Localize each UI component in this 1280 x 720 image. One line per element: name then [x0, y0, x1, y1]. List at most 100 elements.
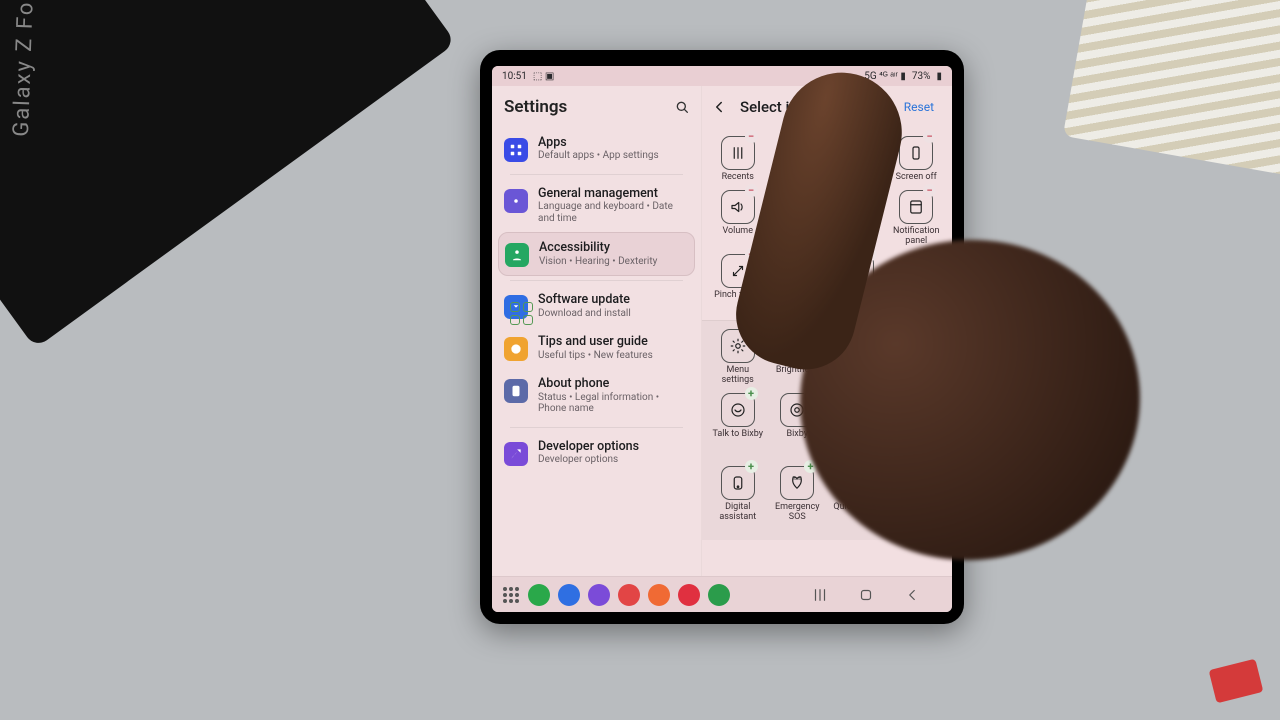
item-pinch-zoom[interactable]: − Pinch zoom — [710, 250, 766, 310]
item-pinch-zoom-label: Pinch zoom — [714, 291, 761, 300]
item-notification-panel-label: Notification panel — [889, 227, 943, 246]
svg-text:SOS: SOS — [794, 477, 802, 481]
item-home[interactable]: −Home — [770, 132, 826, 182]
item-menu-settings-badge-icon[interactable]: + — [745, 323, 758, 336]
item-back-label: Back — [847, 173, 867, 182]
settings-item-tips-guide[interactable]: !Tips and user guideUseful tips • New fe… — [498, 327, 695, 369]
item-cursor-label: Cursor — [843, 227, 870, 236]
settings-item-general-management-subtitle: Language and keyboard • Date and time — [538, 201, 689, 224]
assistant-menu-overlay-icon[interactable] — [510, 302, 536, 326]
item-screen-rotation-label: Screen rotation — [830, 366, 884, 385]
item-screen-control-badge-icon[interactable]: − — [864, 248, 877, 261]
item-double-press-side-label: Double press side button — [889, 430, 943, 449]
settings-item-about-phone[interactable]: About phoneStatus • Legal information • … — [498, 369, 695, 422]
settings-item-general-management[interactable]: General managementLanguage and keyboard … — [498, 179, 695, 232]
item-screen-off-badge-icon[interactable]: − — [923, 130, 936, 143]
item-screen-control[interactable]: − Screen control — [829, 250, 885, 310]
item-pinch-zoom-badge-icon[interactable]: − — [745, 248, 758, 261]
settings-item-accessibility-subtitle: Vision • Hearing • Dexterity — [539, 256, 657, 268]
item-back[interactable]: − Back — [829, 132, 885, 182]
apps-drawer-icon[interactable] — [502, 586, 520, 604]
item-magnification-badge-icon[interactable]: + — [923, 323, 936, 336]
dock-app-0[interactable] — [528, 584, 550, 606]
item-screenshots[interactable]: − Screenshots — [770, 186, 826, 246]
dock-apps — [528, 584, 730, 606]
settings-title: Settings — [504, 97, 567, 117]
item-digital-assistant-badge-icon[interactable]: + — [745, 460, 758, 473]
item-talk-to-bixby[interactable]: +Talk to Bixby — [710, 389, 766, 458]
item-quick-panel-label: Quick panel — [833, 503, 880, 512]
item-press-hold-side[interactable]: +Press and hold side button — [829, 389, 885, 458]
item-screen-control-label: Screen control — [830, 291, 884, 310]
physical-prop-right — [1063, 0, 1280, 181]
physical-box-prop: Galaxy Z Fold6 — [0, 0, 456, 348]
dock-app-6[interactable] — [708, 584, 730, 606]
item-bixby-badge-icon[interactable]: + — [804, 387, 817, 400]
item-brightness-badge-icon[interactable]: + — [804, 323, 817, 336]
dock-app-5[interactable] — [678, 584, 700, 606]
item-quick-panel[interactable]: + Quick panel — [829, 462, 885, 522]
reset-button[interactable]: Reset — [904, 100, 942, 114]
settings-item-software-update-title: Software update — [538, 293, 631, 307]
nav-recents-button[interactable] — [810, 585, 830, 605]
item-screen-off-label: Screen off — [896, 173, 937, 182]
item-talk-to-bixby-badge-icon[interactable]: + — [745, 387, 758, 400]
item-screen-rotation-badge-icon[interactable]: + — [864, 323, 877, 336]
item-power-off-menu-label: Power off menu — [770, 291, 824, 310]
select-items-title: Select items — [740, 98, 894, 116]
dock-app-1[interactable] — [558, 584, 580, 606]
item-volume[interactable]: −Volume — [710, 186, 766, 246]
item-recents[interactable]: −Recents — [710, 132, 766, 182]
item-screen-rotation[interactable]: + Screen rotation — [829, 325, 885, 385]
item-emergency-sos-label: Emergency SOS — [770, 503, 824, 522]
settings-item-tips-guide-subtitle: Useful tips • New features — [538, 350, 653, 362]
item-press-hold-side-badge-icon[interactable]: + — [864, 387, 877, 400]
watermark-logo — [1209, 659, 1264, 704]
item-recents-badge-icon[interactable]: − — [745, 130, 758, 143]
statusbar-signal-icons: 5G ⁴ᴳ ᵃᶦʳ ▮ — [864, 71, 906, 82]
item-bixby[interactable]: +Bixby — [770, 389, 826, 458]
settings-item-accessibility[interactable]: AccessibilityVision • Hearing • Dexterit… — [498, 232, 695, 276]
select-items-pane: Select items Reset −Recents−Home−Back−Sc… — [702, 86, 952, 576]
settings-item-accessibility-icon — [505, 243, 529, 267]
item-menu-settings-label: Menu settings — [711, 366, 765, 385]
item-quick-panel-badge-icon[interactable]: + — [864, 460, 877, 473]
item-screenshots-badge-icon[interactable]: − — [804, 184, 817, 197]
item-digital-assistant-label: Digital assistant — [711, 503, 765, 522]
item-home-badge-icon[interactable]: − — [804, 130, 817, 143]
back-button[interactable] — [708, 96, 730, 118]
dock-app-2[interactable] — [588, 584, 610, 606]
item-magnification[interactable]: +AMagnification — [889, 325, 945, 385]
item-emergency-sos[interactable]: +SOS Emergency SOS — [770, 462, 826, 522]
settings-list-pane: Settings AppsDefault apps • App settings… — [492, 86, 702, 576]
item-digital-assistant[interactable]: + Digital assistant — [710, 462, 766, 522]
item-double-press-side-badge-icon[interactable]: + — [923, 387, 936, 400]
item-emergency-sos-badge-icon[interactable]: + — [804, 460, 817, 473]
physical-box-text: Galaxy Z Fold6 — [9, 0, 40, 137]
item-menu-settings[interactable]: + Menu settings — [710, 325, 766, 385]
dock-app-3[interactable] — [618, 584, 640, 606]
item-notification-panel[interactable]: − Notification panel — [889, 186, 945, 246]
item-brightness[interactable]: +Brightness — [770, 325, 826, 385]
settings-item-about-phone-icon — [504, 379, 528, 403]
settings-item-apps[interactable]: AppsDefault apps • App settings — [498, 128, 695, 170]
item-screenshots-label: Screenshots — [772, 227, 822, 236]
item-notification-panel-badge-icon[interactable]: − — [923, 184, 936, 197]
item-double-press-side[interactable]: + Double press side button — [889, 389, 945, 458]
settings-item-developer-options[interactable]: Developer optionsDeveloper options — [498, 432, 695, 474]
settings-item-apps-subtitle: Default apps • App settings — [538, 150, 659, 162]
statusbar-battery-text: 73% — [912, 71, 931, 82]
item-volume-badge-icon[interactable]: − — [745, 184, 758, 197]
search-icon[interactable] — [671, 96, 693, 118]
battery-icon: ▮ — [936, 71, 942, 82]
item-power-off-menu-badge-icon[interactable]: − — [804, 248, 817, 261]
statusbar-time: 10:51 — [502, 71, 527, 82]
item-cursor-badge-icon[interactable]: − — [864, 184, 877, 197]
item-cursor[interactable]: − Cursor — [829, 186, 885, 246]
nav-home-button[interactable] — [856, 585, 876, 605]
item-screen-off[interactable]: − Screen off — [889, 132, 945, 182]
dock-app-4[interactable] — [648, 584, 670, 606]
item-power-off-menu[interactable]: − Power off menu — [770, 250, 826, 310]
item-back-badge-icon[interactable]: − — [864, 130, 877, 143]
nav-back-button[interactable] — [902, 585, 922, 605]
